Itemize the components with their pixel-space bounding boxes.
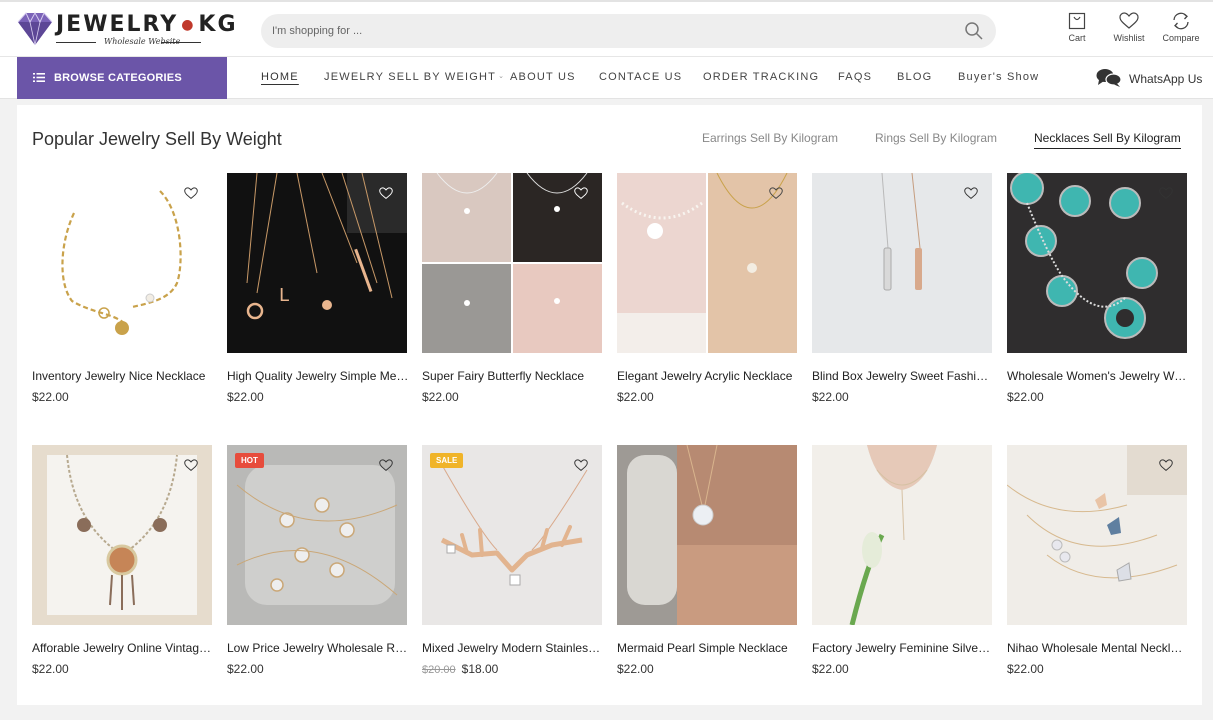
product-name[interactable]: Afforable Jewelry Online Vintage Necklac… xyxy=(32,641,214,655)
product-image[interactable] xyxy=(617,173,797,353)
nav-blog[interactable]: BLOG xyxy=(897,71,932,83)
heart-icon[interactable] xyxy=(1159,459,1173,472)
nav-contact-us[interactable]: CONTACE US xyxy=(599,71,682,83)
sale-badge: SALE xyxy=(430,453,464,468)
product-price: $22.00 xyxy=(812,390,849,404)
product-image[interactable] xyxy=(422,173,602,353)
product-image[interactable] xyxy=(812,173,992,353)
product-price: $22.00 xyxy=(227,390,264,404)
refresh-icon xyxy=(1173,12,1189,30)
product-name[interactable]: Inventory Jewelry Nice Necklace xyxy=(32,369,214,383)
product-price: $22.00 xyxy=(32,662,69,676)
product-name[interactable]: Mermaid Pearl Simple Necklace xyxy=(617,641,799,655)
original-price: $20.00 xyxy=(422,664,456,676)
necklace-photo xyxy=(812,173,992,353)
site-header: JEWELRY●KG Wholesale Website Cart Wishli… xyxy=(0,0,1213,56)
necklace-photo xyxy=(1007,445,1187,625)
necklace-photo xyxy=(617,173,797,353)
product-section: Popular Jewelry Sell By Weight Earrings … xyxy=(17,105,1202,705)
heart-icon[interactable] xyxy=(574,459,588,472)
compare-button[interactable]: Compare xyxy=(1155,12,1207,52)
bag-icon xyxy=(1068,12,1086,30)
necklace-photo xyxy=(32,445,212,625)
diamond-logo-icon xyxy=(17,11,53,46)
menu-icon xyxy=(33,73,45,82)
heart-icon[interactable] xyxy=(964,187,978,200)
product-name[interactable]: Mixed Jewelry Modern Stainless Necklace xyxy=(422,641,604,655)
nav-home[interactable]: HOME xyxy=(261,71,299,83)
product-image[interactable] xyxy=(1007,445,1187,625)
necklace-photo xyxy=(617,445,797,625)
product-price: $22.00 xyxy=(617,662,654,676)
heart-icon[interactable] xyxy=(769,187,783,200)
product-image[interactable]: L xyxy=(227,173,407,353)
nav-jewelry-sell-by-weight[interactable]: JEWELRY SELL BY WEIGHT ⌄ xyxy=(324,71,505,83)
product-name[interactable]: Elegant Jewelry Acrylic Necklace xyxy=(617,369,799,383)
product-image[interactable] xyxy=(32,445,212,625)
necklace-photo xyxy=(32,173,212,353)
search-icon[interactable] xyxy=(964,21,984,41)
product-price: $22.00 xyxy=(1007,390,1044,404)
necklace-photo: L xyxy=(227,173,407,353)
brand-name: JEWELRY ● KG xyxy=(56,12,238,37)
search-bar xyxy=(261,14,996,48)
product-name[interactable]: High Quality Jewelry Simple Mental Neckl… xyxy=(227,369,409,383)
product-price: $22.00 xyxy=(32,390,69,404)
product-image[interactable] xyxy=(422,445,602,625)
necklace-photo xyxy=(227,445,407,625)
heart-icon[interactable] xyxy=(574,187,588,200)
product-name[interactable]: Wholesale Women's Jewelry Women Necklace xyxy=(1007,369,1189,383)
nav-faqs[interactable]: FAQS xyxy=(838,71,872,83)
site-logo[interactable]: JEWELRY ● KG Wholesale Website xyxy=(16,10,236,52)
product-image[interactable] xyxy=(227,445,407,625)
svg-text:L: L xyxy=(279,285,289,306)
main-nav: BROWSE CATEGORIES HOME JEWELRY SELL BY W… xyxy=(0,56,1213,99)
brand-tagline: Wholesale Website xyxy=(56,37,201,48)
product-price: $20.00 $18.00 xyxy=(422,662,498,676)
browse-categories-button[interactable]: BROWSE CATEGORIES xyxy=(17,57,227,99)
tab-earrings[interactable]: Earrings Sell By Kilogram xyxy=(702,131,838,145)
tab-necklaces[interactable]: Necklaces Sell By Kilogram xyxy=(1034,131,1181,149)
product-price: $22.00 xyxy=(812,662,849,676)
necklace-photo xyxy=(1007,173,1187,353)
heart-icon xyxy=(1119,12,1139,29)
product-price: $22.00 xyxy=(227,662,264,676)
hot-badge: HOT xyxy=(235,453,264,468)
heart-icon[interactable] xyxy=(1159,187,1173,200)
chevron-down-icon: ⌄ xyxy=(498,73,506,80)
product-name[interactable]: Blind Box Jewelry Sweet Fashion Necklace xyxy=(812,369,994,383)
product-image[interactable] xyxy=(32,173,212,353)
chat-bubbles-icon xyxy=(1096,69,1122,87)
product-image[interactable] xyxy=(812,445,992,625)
product-price: $22.00 xyxy=(1007,662,1044,676)
heart-icon[interactable] xyxy=(184,459,198,472)
product-name[interactable]: Super Fairy Butterfly Necklace xyxy=(422,369,604,383)
necklace-photo xyxy=(812,445,992,625)
necklace-photo xyxy=(422,445,602,625)
product-name[interactable]: Factory Jewelry Feminine Silver Necklace xyxy=(812,641,994,655)
heart-icon[interactable] xyxy=(184,187,198,200)
product-image[interactable] xyxy=(1007,173,1187,353)
sale-price: $18.00 xyxy=(461,662,499,676)
section-title: Popular Jewelry Sell By Weight xyxy=(32,129,282,149)
nav-buyers-show[interactable]: Buyer's Show xyxy=(958,71,1039,83)
product-price: $22.00 xyxy=(422,390,459,404)
nav-order-tracking[interactable]: ORDER TRACKING xyxy=(703,71,819,83)
nav-about-us[interactable]: ABOUT US xyxy=(510,71,576,83)
necklace-photo xyxy=(422,173,602,353)
product-image[interactable] xyxy=(617,445,797,625)
heart-icon[interactable] xyxy=(379,459,393,472)
product-price: $22.00 xyxy=(617,390,654,404)
search-input[interactable] xyxy=(261,14,951,48)
tab-rings[interactable]: Rings Sell By Kilogram xyxy=(875,131,997,145)
cart-button[interactable]: Cart xyxy=(1051,12,1103,52)
heart-icon[interactable] xyxy=(379,187,393,200)
product-name[interactable]: Low Price Jewelry Wholesale Ring Necklac… xyxy=(227,641,409,655)
product-name[interactable]: Nihao Wholesale Mental Necklace xyxy=(1007,641,1189,655)
wishlist-button[interactable]: Wishlist xyxy=(1103,12,1155,52)
